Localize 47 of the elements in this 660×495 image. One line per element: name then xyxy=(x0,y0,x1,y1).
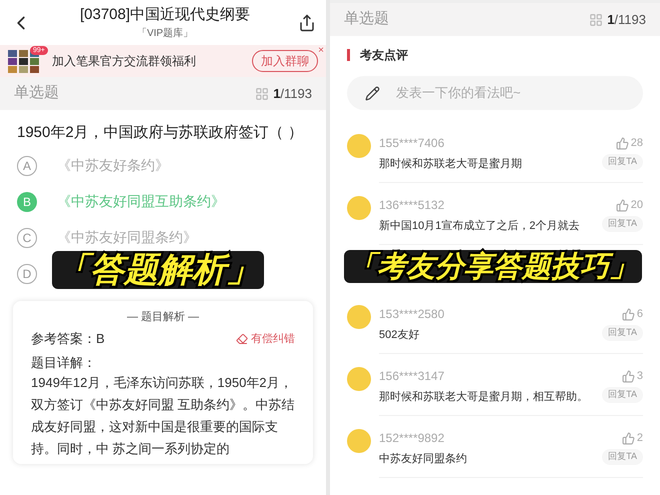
reply-button[interactable]: 回复TA xyxy=(602,387,643,403)
username: 153****2580 xyxy=(379,306,444,323)
comment-text: 中苏友好同盟条约 xyxy=(379,452,467,467)
reply-button[interactable]: 回复TA xyxy=(602,325,643,341)
like-count: 6 xyxy=(636,306,643,322)
question-type: 单选题 xyxy=(14,83,59,104)
question-text: 1950年2月，中国政府与苏联政府签订（ ） xyxy=(17,123,304,143)
banner-text: 加入笔果官方交流群领福利 xyxy=(52,53,197,70)
reference-answer: 参考答案：B xyxy=(31,330,105,348)
question-counter[interactable]: 1/1193 xyxy=(607,10,646,30)
detail-label: 题目详解： xyxy=(31,354,97,372)
option-letter[interactable]: D xyxy=(17,264,37,284)
option-text[interactable]: 《中苏友好条约》 xyxy=(57,155,169,176)
username: 136****5132 xyxy=(379,197,444,214)
page-title: [03708]中国近现代史纲要 xyxy=(80,4,250,25)
comment-text: 那时候和苏联老大哥是蜜月期 xyxy=(379,156,522,172)
section-title: 考友点评 xyxy=(360,47,408,64)
option-letter[interactable]: A xyxy=(17,156,37,176)
question-type: 单选题 xyxy=(344,9,389,30)
caption-overlay: 「考友分享答题技巧」 xyxy=(344,250,642,283)
username: 155****7406 xyxy=(379,135,444,152)
question-counter[interactable]: 1/1193 xyxy=(273,84,312,104)
option-letter[interactable]: C xyxy=(17,228,37,248)
analysis-title: — 题目解析 — xyxy=(126,310,200,324)
option-text[interactable]: 《中苏友好同盟互助条约》 xyxy=(57,191,225,212)
comment-input-field[interactable]: 发表一下你的看法吧~ xyxy=(347,76,643,110)
report-error-link[interactable]: 有偿纠错 xyxy=(251,330,295,347)
comment-input[interactable]: 发表一下你的看法吧~ xyxy=(396,83,625,103)
option-text[interactable]: 《中苏友好同盟条约》 xyxy=(57,227,197,248)
close-button[interactable]: × xyxy=(318,43,324,58)
reply-button[interactable]: 回复TA xyxy=(602,216,643,232)
like-count: 2 xyxy=(636,430,643,446)
username: 156****3147 xyxy=(379,368,444,385)
join-group-button[interactable]: 加入群聊 xyxy=(252,50,318,72)
comment-text: 新中国10月1宣布成立了之后，2个月就去 xyxy=(379,218,580,234)
comment-text: 那时候和苏联老大哥是蜜月期，相互帮助。 xyxy=(379,390,588,405)
like-count: 20 xyxy=(630,198,643,213)
detail-text: 1949年12月，毛泽东访问苏联，1950年2月，双方签订《中苏友好同盟 互助条约》。中苏结成友好同盟，这对新中国是很重要的国际支持。同时，中 苏之间一系列协定的 xyxy=(31,374,295,458)
page-subtitle: 「VIP题库」 xyxy=(136,26,194,42)
like-count: 28 xyxy=(630,136,643,151)
reply-button[interactable]: 回复TA xyxy=(602,449,643,465)
like-count: 3 xyxy=(636,368,643,384)
username: 152****9892 xyxy=(379,430,444,447)
caption-overlay: 「答题解析」 xyxy=(52,251,264,289)
comment-text: 502友好 xyxy=(379,328,420,343)
reply-button[interactable]: 回复TA xyxy=(602,154,643,170)
option-letter[interactable]: B xyxy=(17,192,37,212)
